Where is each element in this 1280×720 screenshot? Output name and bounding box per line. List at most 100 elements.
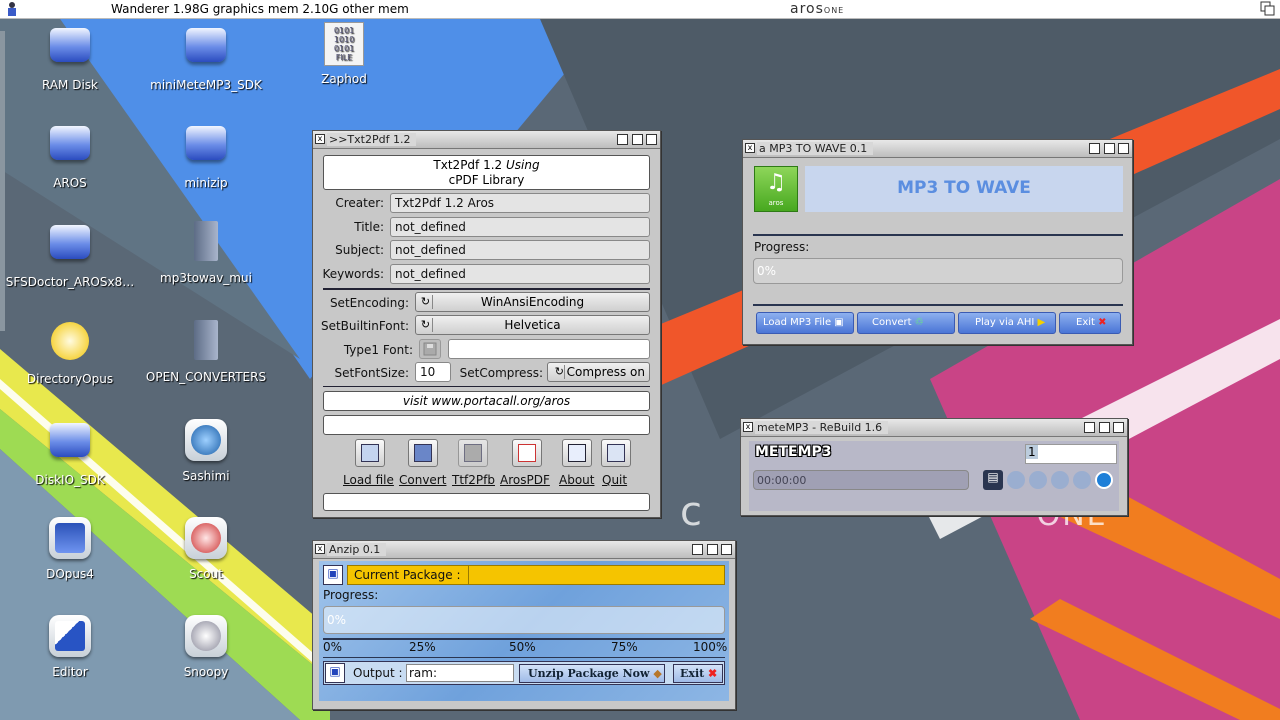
close-icon[interactable]: x bbox=[315, 134, 325, 144]
field-value: 1 bbox=[1026, 445, 1038, 459]
playlist-icon[interactable]: ▤ bbox=[983, 470, 1003, 490]
metemp3-display: METEMP3 1 00:00:00 ▤ bbox=[749, 441, 1119, 511]
arospdf-icon[interactable] bbox=[512, 439, 542, 467]
load-file-button[interactable]: Load file bbox=[343, 473, 394, 487]
visit-link[interactable]: visit www.portacall.org/aros bbox=[323, 391, 650, 411]
package-disk-icon[interactable]: ▣ bbox=[323, 565, 343, 585]
title-field[interactable]: not_defined bbox=[390, 217, 650, 237]
button-label: Convert bbox=[872, 317, 912, 328]
desktop-icon-diskio-sdk[interactable]: DiskIO_SDK bbox=[0, 417, 140, 487]
time-display: 00:00:00 bbox=[753, 470, 969, 490]
subject-label: Subject: bbox=[335, 243, 384, 257]
prev-icon[interactable] bbox=[1007, 471, 1025, 489]
app-icon bbox=[49, 517, 91, 559]
subject-field[interactable]: not_defined bbox=[390, 240, 650, 260]
convert-button[interactable]: Convert bbox=[399, 473, 446, 487]
current-package-bar[interactable]: Current Package : bbox=[347, 565, 725, 585]
screen-depth-gadget[interactable] bbox=[1260, 1, 1276, 17]
anzip-exit-button[interactable]: Exit ✖ bbox=[673, 664, 723, 683]
load-mp3-button[interactable]: Load MP3 File ▣ bbox=[756, 312, 854, 334]
zoom-icon[interactable] bbox=[707, 544, 718, 555]
divider bbox=[323, 386, 650, 387]
stop-icon[interactable] bbox=[1073, 471, 1091, 489]
ttf2pfb-icon[interactable] bbox=[458, 439, 488, 467]
close-icon[interactable]: x bbox=[743, 422, 753, 432]
close-icon: ✖ bbox=[1098, 317, 1107, 328]
drive-icon bbox=[50, 423, 90, 457]
divider bbox=[323, 288, 650, 290]
metemp3-titlebar[interactable]: x meteMP3 - ReBuild 1.6 bbox=[741, 419, 1127, 437]
close-icon[interactable]: x bbox=[745, 143, 755, 153]
desktop-icon-scout[interactable]: Scout bbox=[136, 515, 276, 581]
about-button[interactable]: About bbox=[559, 473, 594, 487]
zoom-icon[interactable] bbox=[632, 134, 643, 145]
depth-icon[interactable] bbox=[1118, 143, 1129, 154]
cycle-icon: ↻ bbox=[551, 365, 565, 379]
desktop-icon-snoopy[interactable]: Snoopy bbox=[136, 613, 276, 679]
tower-icon bbox=[194, 320, 218, 360]
load-file-icon[interactable] bbox=[355, 439, 385, 467]
play-icon[interactable] bbox=[1029, 471, 1047, 489]
encoding-label: SetEncoding: bbox=[329, 296, 409, 310]
desktop-icon-dopus4[interactable]: DOpus4 bbox=[0, 515, 140, 581]
desktop-icon-minimetemp3-sdk[interactable]: miniMeteMP3_SDK bbox=[136, 22, 276, 92]
zoom-icon[interactable] bbox=[1104, 143, 1115, 154]
arospdf-button[interactable]: ArosPDF bbox=[500, 473, 550, 487]
exit-mp3-button[interactable]: Exit ✖ bbox=[1059, 312, 1121, 334]
encoding-cycle[interactable]: ↻ WinAnsiEncoding bbox=[415, 292, 650, 312]
icon-label: DiskIO_SDK bbox=[35, 473, 105, 487]
desktop-icon-directoryopus[interactable]: DirectoryOpus bbox=[0, 318, 140, 386]
about-icon[interactable] bbox=[562, 439, 592, 467]
next-icon[interactable] bbox=[1051, 471, 1069, 489]
output-field[interactable]: ram: bbox=[406, 664, 514, 682]
time-text: 00:00:00 bbox=[757, 474, 807, 487]
iconify-icon[interactable] bbox=[617, 134, 628, 145]
keywords-field[interactable]: not_defined bbox=[390, 264, 650, 284]
quit-button[interactable]: Quit bbox=[602, 473, 627, 487]
desktop-icon-open-converters[interactable]: OPEN_CONVERTERS bbox=[136, 318, 276, 384]
desktop-icon-mp3towav-mui[interactable]: mp3towav_mui bbox=[136, 219, 276, 285]
unzip-now-button[interactable]: Unzip Package Now ◆ bbox=[519, 664, 665, 683]
desktop-icon-zaphod[interactable]: 0101 1010 0101 FILE Zaphod bbox=[274, 22, 414, 86]
iconify-icon[interactable] bbox=[1089, 143, 1100, 154]
desktop-icon-aros[interactable]: AROS bbox=[0, 120, 140, 190]
power-icon[interactable] bbox=[1095, 471, 1113, 489]
button-label: Unzip Package Now bbox=[528, 667, 650, 680]
iconify-icon[interactable] bbox=[692, 544, 703, 555]
anzip-progress-bar: 0% bbox=[323, 606, 725, 634]
fontsize-field[interactable]: 10 bbox=[415, 362, 451, 382]
close-icon[interactable]: x bbox=[315, 544, 325, 554]
anzip-titlebar[interactable]: x Anzip 0.1 bbox=[313, 541, 735, 559]
desktop-icon-sfsdoctor[interactable]: SFSDoctor_AROSx8… bbox=[0, 219, 140, 289]
tick-25: 25% bbox=[409, 640, 436, 654]
desktop-icon-sashimi[interactable]: Sashimi bbox=[136, 417, 276, 483]
zoom-icon[interactable] bbox=[1099, 422, 1110, 433]
current-package-field bbox=[468, 566, 724, 584]
aros-menu-icon[interactable] bbox=[4, 1, 20, 17]
txt2pdf-titlebar[interactable]: x >>Txt2Pdf 1.2 bbox=[313, 131, 660, 149]
desktop-icon-editor[interactable]: Editor bbox=[0, 613, 140, 679]
convert-mp3-button[interactable]: Convert ♲ bbox=[857, 312, 955, 334]
type1-field[interactable] bbox=[448, 339, 650, 359]
quit-icon[interactable] bbox=[601, 439, 631, 467]
type1-popup-button[interactable] bbox=[419, 339, 441, 359]
output-disk-icon[interactable]: ▣ bbox=[325, 663, 345, 683]
aros-logo: arosONE bbox=[790, 1, 845, 17]
desktop-icon-ram-disk[interactable]: RAM Disk bbox=[0, 22, 140, 92]
desktop-icon-minizip[interactable]: minizip bbox=[136, 120, 276, 190]
depth-icon[interactable] bbox=[1113, 422, 1124, 433]
iconify-icon[interactable] bbox=[1084, 422, 1095, 433]
creater-field[interactable]: Txt2Pdf 1.2 Aros bbox=[390, 193, 650, 213]
app-icon bbox=[185, 419, 227, 461]
play-ahi-button[interactable]: Play via AHI ▶ bbox=[958, 312, 1056, 334]
depth-icon[interactable] bbox=[721, 544, 732, 555]
metemp3-field[interactable]: 1 bbox=[1025, 444, 1117, 464]
mp3-titlebar[interactable]: x a MP3 TO WAVE 0.1 bbox=[743, 140, 1132, 158]
convert-icon[interactable] bbox=[408, 439, 438, 467]
ttf2pfb-button[interactable]: Ttf2Pfb bbox=[452, 473, 495, 487]
icon-label: Sashimi bbox=[182, 469, 230, 483]
package-icon: ◆ bbox=[653, 667, 662, 680]
compress-cycle[interactable]: ↻ Compress on bbox=[547, 362, 650, 382]
depth-icon[interactable] bbox=[646, 134, 657, 145]
font-cycle[interactable]: ↻ Helvetica bbox=[415, 315, 650, 335]
